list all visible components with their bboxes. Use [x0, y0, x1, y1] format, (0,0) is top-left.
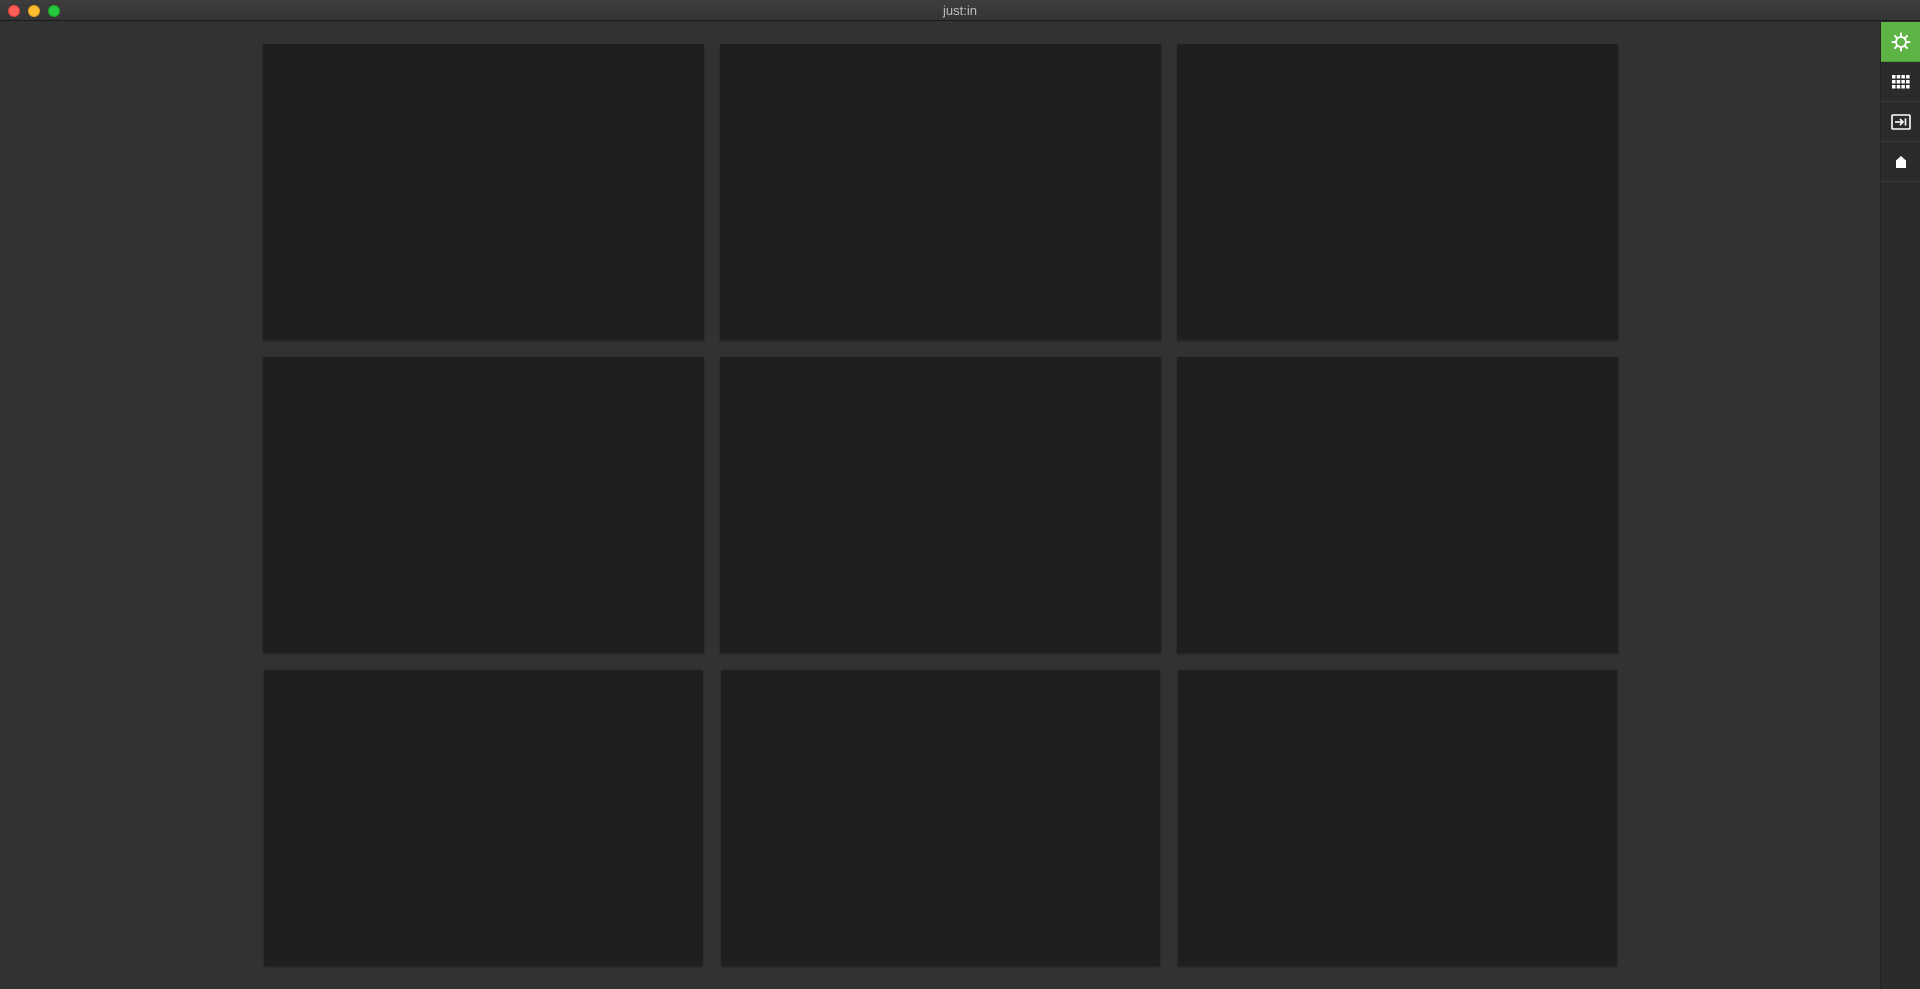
window-title: just:in	[943, 3, 977, 18]
house-icon	[1895, 155, 1907, 169]
grid-tile-1-2[interactable]	[720, 44, 1161, 340]
grid-tile-3-1[interactable]	[264, 670, 703, 966]
grid-layout-button[interactable]	[1881, 62, 1920, 102]
grid-icon	[1892, 74, 1910, 89]
grid-tile-3-3[interactable]	[1178, 670, 1617, 966]
main-content	[0, 22, 1880, 989]
grid-tile-3-2[interactable]	[721, 670, 1160, 966]
video-grid	[263, 44, 1619, 989]
grid-tile-2-3[interactable]	[1177, 357, 1618, 653]
settings-button[interactable]	[1881, 22, 1920, 62]
input-button[interactable]	[1881, 102, 1920, 142]
app-window: just:in	[0, 0, 1920, 989]
input-icon	[1891, 113, 1911, 130]
grid-tile-2-2[interactable]	[720, 357, 1161, 653]
home-button[interactable]	[1881, 142, 1920, 182]
right-toolbar	[1880, 22, 1920, 989]
grid-tile-1-1[interactable]	[263, 44, 704, 340]
grid-tile-1-3[interactable]	[1177, 44, 1618, 340]
title-bar[interactable]: just:in	[0, 0, 1920, 21]
grid-tile-2-1[interactable]	[263, 357, 704, 653]
gear-icon	[1891, 32, 1911, 52]
